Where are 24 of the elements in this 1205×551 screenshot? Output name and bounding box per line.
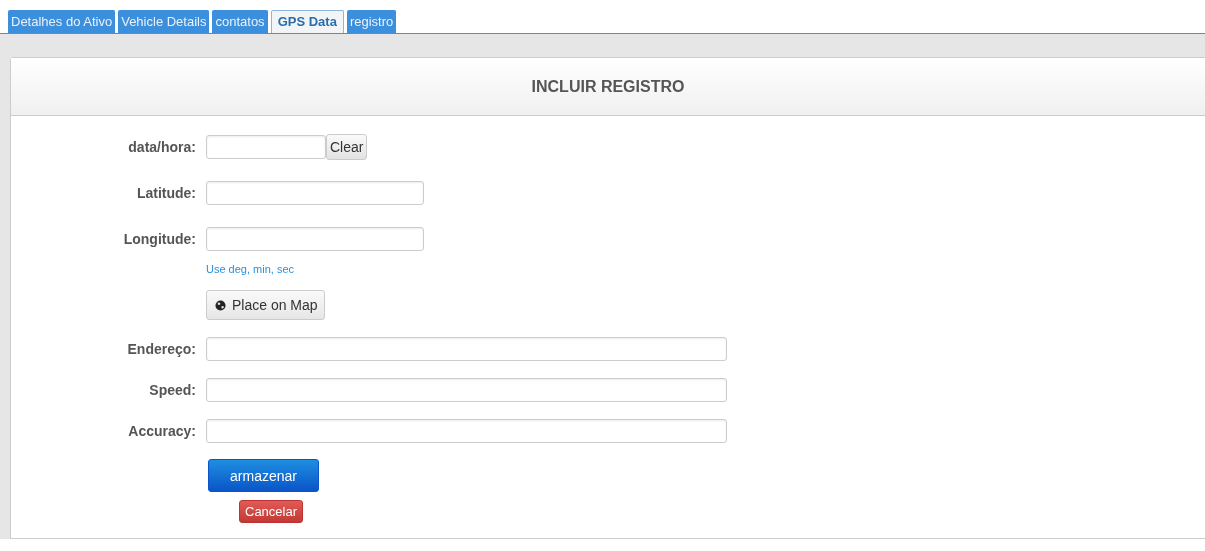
place-on-map-button[interactable]: Place on Map	[206, 290, 325, 320]
input-field[interactable]	[206, 378, 727, 402]
input-field[interactable]	[206, 419, 727, 443]
input-field[interactable]	[206, 337, 727, 361]
submit-button[interactable]: armazenar	[208, 459, 319, 492]
clear-button[interactable]: Clear	[326, 134, 368, 160]
tab[interactable]: contatos	[212, 10, 268, 33]
tab[interactable]: Vehicle Details	[118, 10, 210, 33]
field-label: Speed:	[148, 382, 197, 398]
field-label: Accuracy:	[127, 423, 197, 439]
date-time-field[interactable]	[206, 135, 326, 159]
field-label: Longitude:	[122, 231, 197, 247]
tab[interactable]: Detalhes do Ativo	[8, 10, 116, 33]
field-label: Latitude:	[135, 185, 197, 201]
input-field[interactable]	[206, 227, 424, 251]
cancel-button[interactable]: Cancelar	[239, 500, 304, 523]
field-label: Endereço:	[126, 341, 197, 357]
tab[interactable]: GPS Data	[270, 10, 344, 33]
hint-text: Use deg, min, sec	[206, 263, 295, 275]
tab[interactable]: registro	[346, 10, 397, 33]
field-label: data/hora:	[127, 139, 197, 155]
input-field[interactable]	[206, 181, 424, 205]
globe-icon	[215, 299, 226, 311]
panel-title: INCLUIR REGISTRO	[531, 77, 685, 96]
